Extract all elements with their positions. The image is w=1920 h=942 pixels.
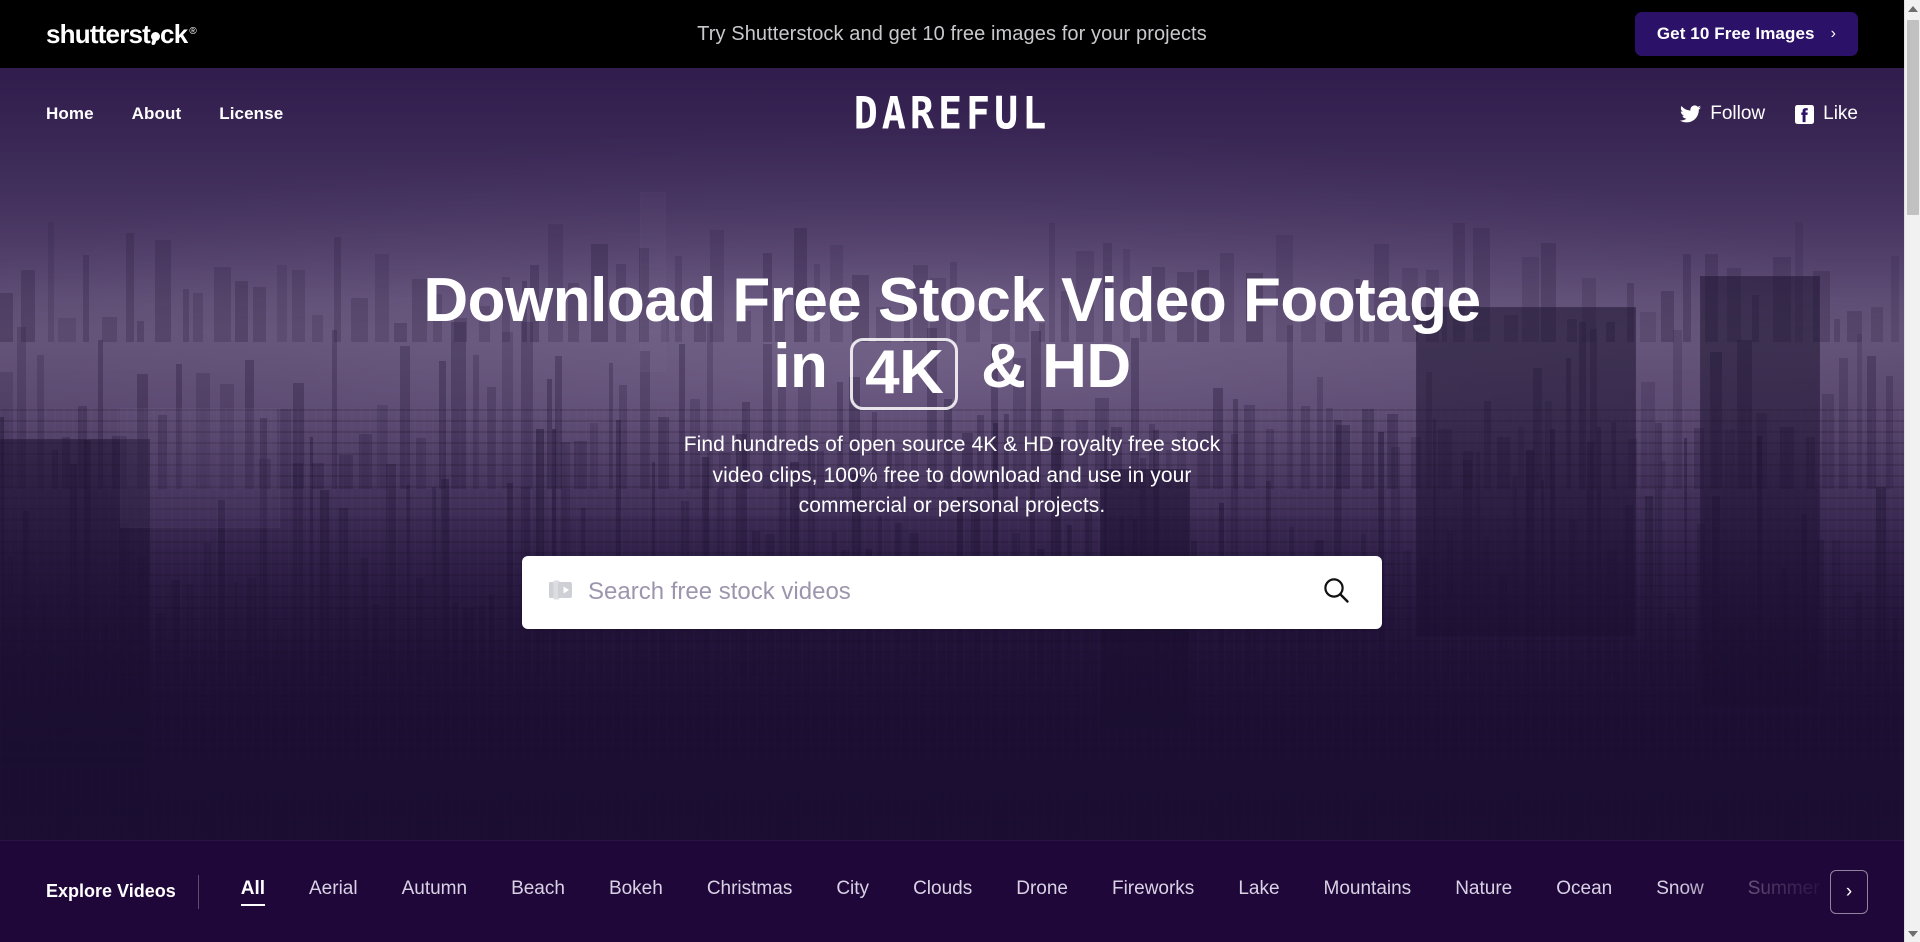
category-drone[interactable]: Drone [1016, 878, 1068, 906]
scrollbar-thumb[interactable] [1907, 20, 1919, 215]
headline-line-1: Download Free Stock Video Footage [423, 266, 1481, 335]
hero-headline: Download Free Stock Video Footage in 4K … [423, 266, 1481, 410]
category-autumn[interactable]: Autumn [402, 878, 467, 906]
category-nature[interactable]: Nature [1455, 878, 1512, 906]
chevron-right-icon: › [1830, 25, 1836, 42]
category-aerial[interactable]: Aerial [309, 878, 358, 906]
get-free-images-label: Get 10 Free Images [1656, 24, 1815, 43]
headline-tail: & HD [981, 331, 1131, 401]
explore-videos-label: Explore Videos [46, 881, 176, 901]
hero-content: Download Free Stock Video Footage in 4K … [0, 68, 1904, 840]
shutterstock-logo-text-a: shutterst [46, 18, 151, 49]
search-bar[interactable] [522, 555, 1382, 629]
category-bokeh[interactable]: Bokeh [609, 878, 663, 906]
page-scrollbar[interactable] [1904, 0, 1920, 942]
get-free-images-button[interactable]: Get 10 Free Images › [1634, 12, 1858, 56]
search-icon [1320, 575, 1352, 610]
search-submit-button[interactable] [1314, 575, 1358, 610]
category-all[interactable]: All [240, 878, 266, 906]
shutterstock-promo-bar: shutterst ck ® Try Shutterstock and get 10… [0, 0, 1904, 68]
category-clouds[interactable]: Clouds [913, 878, 972, 906]
category-christmas[interactable]: Christmas [707, 878, 793, 906]
shutterstock-logo-mark [150, 31, 160, 41]
explore-categories-bar: Explore Videos All Aerial Autumn Beach Bokeh… [0, 840, 1904, 942]
category-list: All Aerial Autumn Beach Bokeh Christmas City Cl… [240, 878, 1820, 906]
hero-section: Home About License DAREFUL Follow Like D… [0, 68, 1904, 840]
search-input[interactable] [588, 578, 1314, 607]
category-ocean[interactable]: Ocean [1556, 878, 1612, 906]
category-fireworks[interactable]: Fireworks [1112, 878, 1194, 906]
headline-in: in [773, 331, 828, 401]
category-city[interactable]: City [836, 878, 869, 906]
category-snow[interactable]: Snow [1656, 878, 1704, 906]
category-lake[interactable]: Lake [1238, 878, 1279, 906]
category-beach[interactable]: Beach [511, 878, 565, 906]
page-root: shutterst ck ® Try Shutterstock and get 10… [0, 0, 1920, 942]
hero-subtext: Find hundreds of open source 4K & HD roy… [683, 432, 1221, 518]
category-summer[interactable]: Summer [1748, 878, 1820, 906]
divider [197, 874, 199, 909]
registered-mark: ® [189, 25, 196, 37]
resolution-badge-4k: 4K [850, 337, 959, 410]
shutterstock-logo[interactable]: shutterst ck ® [46, 18, 197, 50]
promo-message: Try Shutterstock and get 10 free images … [697, 22, 1207, 45]
scroll-down-arrow[interactable] [1905, 925, 1920, 942]
category-mountains[interactable]: Mountains [1324, 878, 1412, 906]
scroll-up-arrow[interactable] [1905, 0, 1920, 17]
chevron-right-icon: › [1845, 880, 1853, 902]
video-clips-icon [548, 578, 574, 607]
shutterstock-logo-text-b: ck [160, 18, 188, 49]
categories-next-button[interactable]: › [1830, 869, 1868, 914]
